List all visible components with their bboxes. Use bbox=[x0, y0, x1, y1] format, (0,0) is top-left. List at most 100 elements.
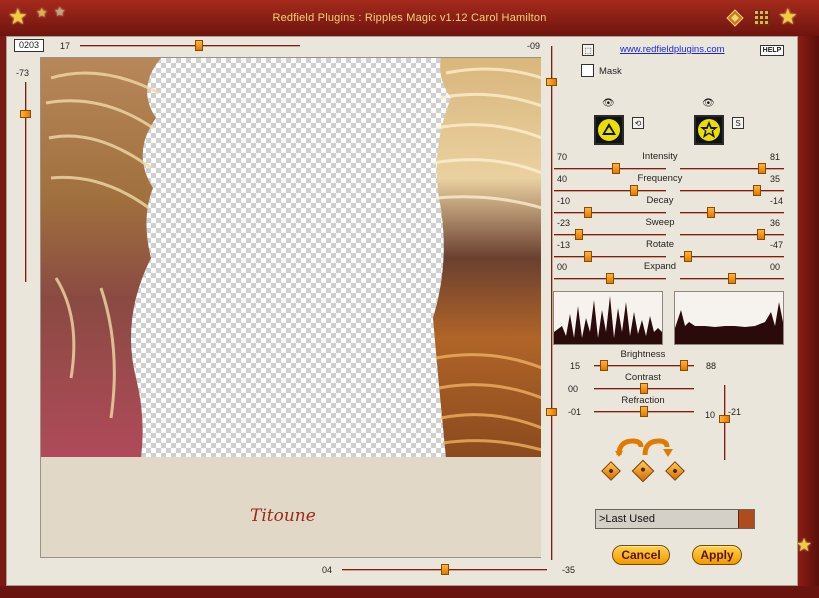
top-right-value: -09 bbox=[527, 41, 541, 51]
grid-icon[interactable] bbox=[752, 8, 772, 28]
sweep-label: Sweep bbox=[645, 217, 675, 228]
brightness-slider[interactable] bbox=[594, 360, 694, 372]
frequency-label: Frequency bbox=[637, 173, 683, 184]
slider-thumb[interactable] bbox=[728, 273, 736, 284]
rotate-label: Rotate bbox=[646, 239, 674, 250]
slider-thumb[interactable] bbox=[583, 207, 592, 218]
triangle-ring-icon bbox=[598, 119, 620, 141]
slider-thumb[interactable] bbox=[758, 163, 767, 174]
refraction-label: Refraction bbox=[621, 395, 665, 406]
website-link[interactable]: www.redfieldplugins.com bbox=[620, 44, 725, 55]
undo-redo-arrows-icon[interactable] bbox=[615, 437, 673, 457]
decay-left-value: -10 bbox=[557, 196, 571, 206]
s-icon[interactable]: S bbox=[732, 117, 744, 129]
ripple-preview-image bbox=[41, 58, 541, 457]
presets-dropdown[interactable]: >Last Used bbox=[595, 509, 755, 529]
contrast-label: Contrast bbox=[625, 372, 661, 383]
eye-icon[interactable]: 👁 bbox=[602, 98, 615, 109]
top-offset-slider[interactable] bbox=[80, 40, 300, 52]
expand-right-slider[interactable] bbox=[680, 273, 784, 285]
slider-track bbox=[680, 168, 784, 170]
texture-thumbnail-2[interactable] bbox=[694, 115, 724, 145]
refraction-right-value: 10 bbox=[705, 410, 716, 420]
rotate-left-value: -13 bbox=[557, 240, 571, 250]
star-ring-icon bbox=[698, 119, 720, 141]
expand-label: Expand bbox=[643, 261, 677, 272]
slider-thumb[interactable] bbox=[600, 360, 608, 371]
slider-track bbox=[554, 190, 666, 192]
plugin-window: ★ ★ ★ Redfield Plugins : Ripples Magic v… bbox=[0, 0, 819, 598]
window-border-right bbox=[798, 36, 819, 598]
slider-thumb[interactable] bbox=[752, 185, 761, 196]
waveform-left bbox=[553, 291, 663, 345]
slider-thumb[interactable] bbox=[757, 229, 766, 240]
window-title: Redfield Plugins : Ripples Magic v1.12 C… bbox=[272, 12, 547, 24]
decay-right-value: -14 bbox=[770, 196, 784, 206]
expand-left-slider[interactable] bbox=[554, 273, 666, 285]
slider-thumb[interactable] bbox=[440, 564, 449, 575]
slider-thumb[interactable] bbox=[583, 251, 592, 262]
brightness-left-value: 15 bbox=[570, 361, 581, 371]
brightness-label: Brightness bbox=[620, 349, 666, 360]
swap-icon[interactable]: ⟲ bbox=[632, 117, 644, 129]
slider-track bbox=[554, 256, 666, 258]
slider-track bbox=[680, 212, 784, 214]
frequency-left-value: 40 bbox=[557, 174, 568, 184]
bottom-offset-slider[interactable] bbox=[342, 564, 547, 576]
intensity-right-value: 81 bbox=[770, 152, 781, 162]
slider-thumb[interactable] bbox=[611, 163, 620, 174]
slider-track bbox=[594, 365, 694, 367]
minimize-diamond-icon[interactable] bbox=[725, 8, 745, 28]
slider-thumb[interactable] bbox=[20, 110, 31, 118]
reset-icon[interactable]: ⬚ bbox=[582, 44, 594, 56]
slider-track bbox=[554, 234, 666, 236]
left-vertical-slider[interactable] bbox=[20, 82, 32, 282]
bottom-right-value: -35 bbox=[562, 565, 576, 575]
slider-track bbox=[554, 212, 666, 214]
slider-thumb[interactable] bbox=[640, 383, 648, 394]
bottom-slider-value: 04 bbox=[322, 565, 333, 575]
intensity-label: Intensity bbox=[642, 151, 678, 162]
title-bar: ★ ★ ★ Redfield Plugins : Ripples Magic v… bbox=[0, 0, 819, 36]
refraction-slider[interactable] bbox=[594, 406, 694, 418]
frequency-right-value: 35 bbox=[770, 174, 781, 184]
top-slider-value: 17 bbox=[60, 41, 71, 51]
slider-thumb[interactable] bbox=[707, 207, 716, 218]
eye-icon[interactable]: 👁 bbox=[702, 98, 715, 109]
left-vslider-value: -73 bbox=[16, 68, 30, 78]
help-button[interactable]: HELP bbox=[760, 45, 784, 56]
slider-thumb[interactable] bbox=[640, 406, 648, 417]
decor-star-icon: ★ bbox=[796, 535, 813, 555]
presets-dropdown-button[interactable] bbox=[738, 510, 754, 528]
presets-value: >Last Used bbox=[599, 513, 655, 525]
slider-thumb[interactable] bbox=[719, 414, 730, 423]
slider-thumb[interactable] bbox=[606, 273, 614, 284]
mask-checkbox[interactable] bbox=[581, 64, 594, 77]
close-star-icon[interactable]: ★ bbox=[778, 6, 798, 28]
sweep-right-value: 36 bbox=[770, 218, 781, 228]
apply-button[interactable]: Apply bbox=[692, 545, 742, 565]
frame-counter[interactable]: 0203 bbox=[14, 39, 44, 52]
light-vertical-slider[interactable] bbox=[719, 385, 731, 460]
sweep-left-value: -23 bbox=[557, 218, 571, 228]
brightness-right-value: 88 bbox=[706, 361, 717, 371]
contrast-slider[interactable] bbox=[594, 383, 694, 395]
refraction-left-value: -01 bbox=[568, 407, 582, 417]
slider-track bbox=[551, 370, 553, 560]
cancel-button[interactable]: Cancel bbox=[612, 545, 670, 565]
slider-thumb[interactable] bbox=[194, 40, 203, 51]
intensity-left-value: 70 bbox=[557, 152, 568, 162]
slider-track bbox=[80, 45, 300, 47]
texture-thumbnail-1[interactable] bbox=[594, 115, 624, 145]
expand-left-value: 00 bbox=[557, 262, 568, 272]
preview-canvas[interactable] bbox=[40, 57, 541, 457]
slider-track bbox=[680, 234, 784, 236]
slider-track bbox=[680, 190, 784, 192]
slider-thumb[interactable] bbox=[546, 407, 557, 416]
slider-thumb[interactable] bbox=[546, 78, 557, 86]
slider-track bbox=[554, 168, 666, 170]
rotate-right-value: -47 bbox=[770, 240, 784, 250]
slider-thumb[interactable] bbox=[574, 229, 583, 240]
lower-right-vertical-slider[interactable] bbox=[546, 370, 558, 560]
slider-track bbox=[680, 256, 784, 258]
